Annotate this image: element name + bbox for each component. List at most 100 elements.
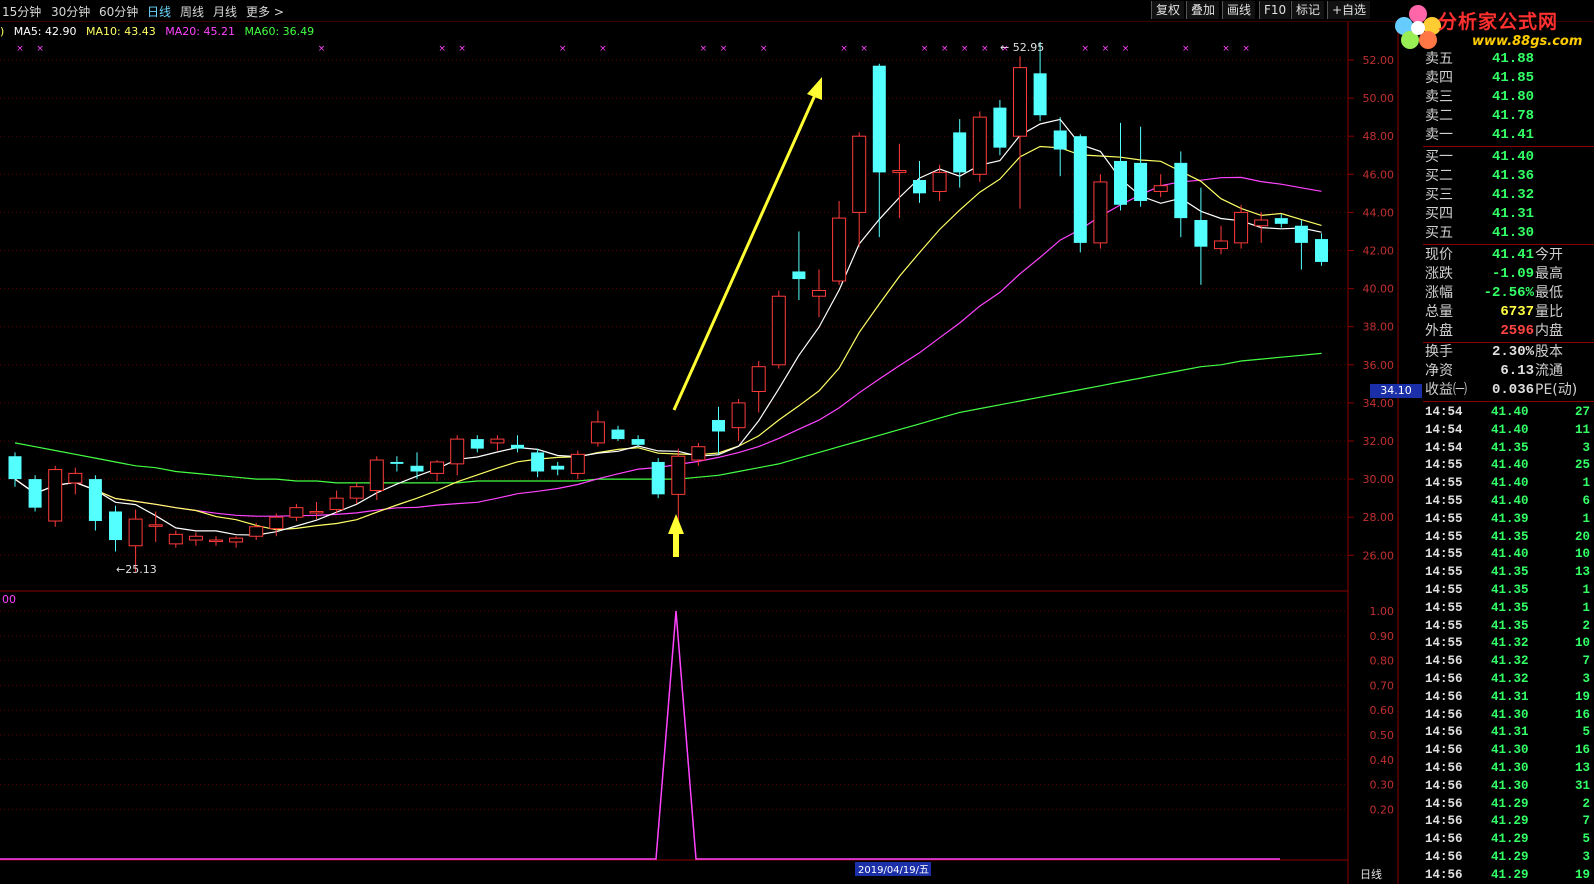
period-60min[interactable]: 60分钟 — [99, 3, 138, 20]
overlay-button[interactable]: 叠加 — [1186, 1, 1220, 19]
tick-time: 14:56 — [1425, 796, 1463, 811]
tick-row: 14:55 41.35 1 — [1423, 581, 1594, 599]
period-more[interactable]: 更多 > — [246, 3, 284, 20]
candle-body-down — [1114, 160, 1127, 205]
period-weekly[interactable]: 周线 — [180, 3, 204, 20]
candle-body-down — [953, 132, 967, 173]
tick-volume: 16 — [1574, 743, 1590, 758]
signal-x-mark: × — [1242, 44, 1250, 54]
signal-x-mark: × — [16, 44, 24, 54]
candle-body-up — [1153, 185, 1168, 192]
tick-volume: 7 — [1582, 654, 1590, 669]
add-watchlist-button[interactable]: +自选 — [1327, 1, 1371, 19]
tick-volume: 19 — [1574, 689, 1590, 704]
signal-x-mark: × — [1182, 44, 1190, 54]
tick-time: 14:55 — [1425, 511, 1463, 526]
bid-row: 买四 41.31 — [1423, 205, 1594, 224]
signal-x-mark: × — [318, 44, 326, 54]
indicator-tick-label: 0.20 — [1370, 803, 1395, 816]
tick-volume: 11 — [1574, 422, 1590, 437]
candle-body-down — [712, 420, 725, 432]
signal-x-mark: × — [961, 44, 969, 54]
tick-price: 41.32 — [1491, 672, 1529, 686]
ask-row: 卖二 41.78 — [1423, 107, 1594, 126]
tick-price: 41.35 — [1491, 529, 1529, 544]
ask-price: 41.78 — [1491, 108, 1534, 124]
period-30min[interactable]: 30分钟 — [51, 3, 90, 20]
tick-time: 14:55 — [1425, 600, 1463, 615]
tick-row: 14:56 41.30 16 — [1423, 741, 1594, 759]
indicator-tick-label: 0.60 — [1370, 704, 1395, 717]
signal-x-mark: × — [1222, 44, 1230, 54]
candle-body-up — [249, 526, 264, 537]
draw-button[interactable]: 画线 — [1222, 1, 1256, 19]
candle-body-down — [1073, 136, 1087, 243]
signal-x-mark: × — [599, 44, 607, 54]
stat-value: -2.56% — [1483, 285, 1534, 301]
tick-volume: 6 — [1582, 494, 1590, 508]
stat-label-2: 最高 — [1535, 266, 1563, 282]
candle-body-up — [832, 217, 847, 282]
signal-x-mark: × — [36, 44, 44, 54]
tick-price: 41.30 — [1491, 707, 1529, 722]
tick-volume: 10 — [1574, 636, 1590, 651]
tick-volume: 2 — [1582, 796, 1590, 811]
logo-url: www.88gs.com — [1472, 34, 1583, 49]
stat-label-2: 内盘 — [1535, 323, 1563, 339]
ask-price: 41.85 — [1491, 70, 1534, 86]
tick-volume: 19 — [1574, 867, 1590, 882]
ask-label: 卖四 — [1425, 70, 1453, 86]
tick-price: 41.40 — [1491, 494, 1529, 508]
f10-button[interactable]: F10 — [1259, 1, 1291, 19]
candle-body-down — [390, 461, 404, 464]
tick-price: 41.29 — [1491, 867, 1529, 882]
candle-body-up — [369, 459, 384, 492]
candle-body-down — [1294, 225, 1308, 243]
price-tick-label: 30.00 — [1363, 473, 1395, 486]
candle-body-up — [1254, 219, 1269, 227]
signal-x-mark: × — [438, 44, 446, 54]
tick-price: 41.29 — [1491, 814, 1529, 829]
tick-row: 14:56 41.29 19 — [1423, 866, 1594, 884]
tick-time: 14:55 — [1425, 636, 1463, 651]
tick-time: 14:56 — [1425, 832, 1463, 847]
tick-row: 14:55 41.39 1 — [1423, 510, 1594, 528]
tick-time: 14:55 — [1425, 529, 1463, 544]
tick-volume: 5 — [1582, 725, 1590, 740]
period-monthly[interactable]: 月线 — [213, 3, 237, 20]
tick-volume: 3 — [1582, 672, 1590, 686]
candle-body-up — [1013, 67, 1027, 137]
period-daily[interactable]: 日线 — [147, 3, 171, 20]
ask-row: 卖三 41.80 — [1423, 88, 1594, 107]
adjust-button[interactable]: 复权 — [1151, 1, 1185, 19]
stat-row: 总量 6737 量比 — [1423, 303, 1594, 322]
candle-body-down — [792, 271, 806, 280]
tick-row: 14:55 41.35 20 — [1423, 528, 1594, 546]
candle-body-up — [812, 290, 826, 297]
bid-label: 买一 — [1425, 149, 1453, 165]
ask-price: 41.41 — [1491, 127, 1534, 143]
price-tick-label: 46.00 — [1363, 168, 1395, 181]
candle-body-down — [651, 461, 665, 495]
tick-row: 14:56 41.31 5 — [1423, 723, 1594, 741]
trend-arrow-head — [807, 77, 822, 100]
tick-volume: 16 — [1574, 707, 1590, 722]
period-15min[interactable]: 15分钟 — [2, 3, 41, 20]
candle-body-up — [590, 421, 605, 444]
stat-row: 净资 6.13 流通 — [1423, 362, 1594, 381]
tick-volume: 1 — [1582, 583, 1590, 597]
kline-chart[interactable]: × × × × × × × × × × × × × × × × × × × × × × ×← 52.95←25.13 52.… — [0, 0, 1594, 884]
tick-time: 14:56 — [1425, 850, 1463, 864]
candle-body-up — [671, 455, 686, 495]
mark-button[interactable]: 标记 — [1291, 1, 1325, 19]
tick-row: 14:54 41.40 11 — [1423, 421, 1594, 439]
bid-price: 41.40 — [1491, 149, 1534, 165]
tick-row: 14:56 41.30 13 — [1423, 759, 1594, 777]
tick-price: 41.32 — [1491, 654, 1529, 669]
candle-body-up — [148, 524, 163, 527]
separator — [1423, 244, 1594, 245]
tick-time: 14:56 — [1425, 654, 1463, 669]
price-tick-label: 26.00 — [1363, 549, 1395, 562]
quote-panel: 卖五 41.88 卖四 41.85 卖三 41.80 卖二 41.78 卖一 41.41 买一 41.… — [1423, 51, 1594, 884]
ma20-label: MA20: 45.21 — [165, 25, 235, 38]
